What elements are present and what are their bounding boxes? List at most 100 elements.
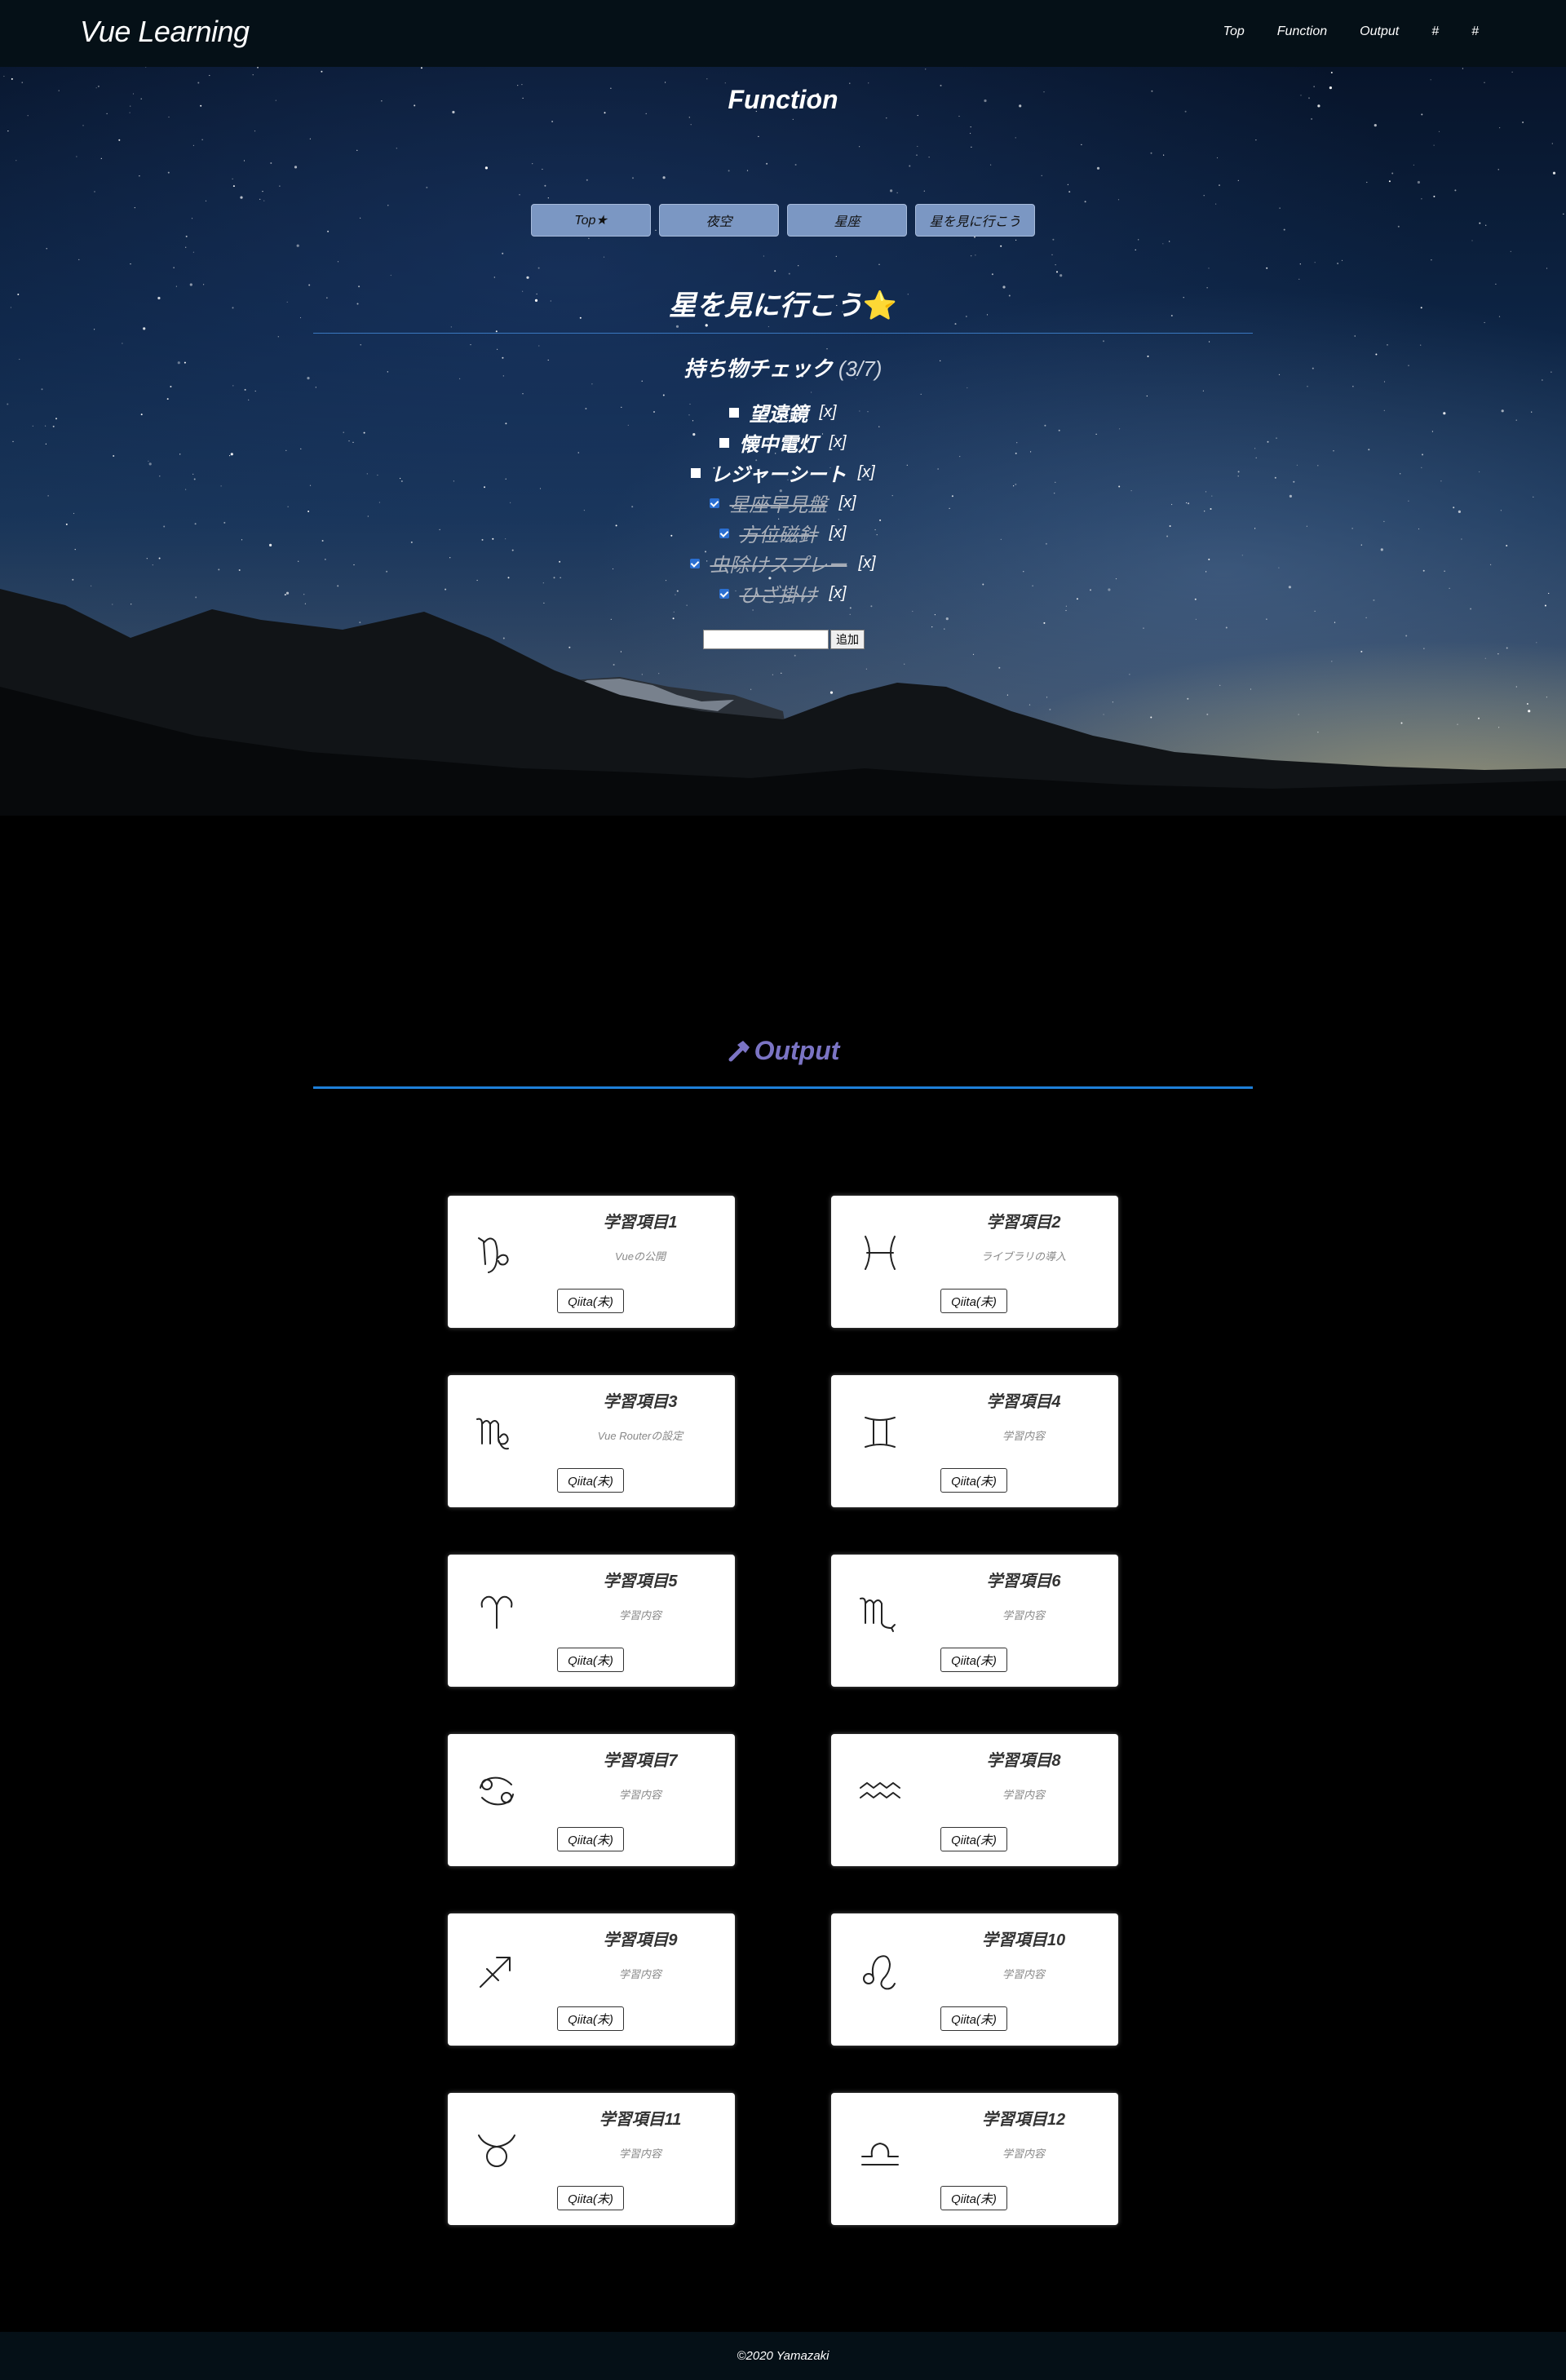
site-footer: ©2020 Yamazaki xyxy=(0,2332,1566,2380)
checklist-heading: 持ち物チェック (3/7) xyxy=(0,352,1566,383)
add-item-button[interactable]: 追加 xyxy=(830,630,865,649)
output-card: 学習項目2 ライブラリの導入 Qiita(未) xyxy=(831,1196,1118,1328)
checklist-item: 望遠鏡 [x] xyxy=(0,397,1566,427)
tab-top[interactable]: Top★ xyxy=(531,204,651,237)
remove-item-button[interactable]: [x] xyxy=(829,524,846,542)
item-checkbox[interactable] xyxy=(719,437,730,448)
nav-hash-2[interactable]: # xyxy=(1471,24,1479,39)
card-title: 学習項目8 xyxy=(986,1752,1061,1770)
qiita-button[interactable]: Qiita(未) xyxy=(557,1827,624,1851)
card-title: 学習項目9 xyxy=(603,1931,678,1949)
copyright-text: ©2020 Yamazaki xyxy=(737,2349,829,2363)
remove-item-button[interactable]: [x] xyxy=(858,463,875,482)
checklist-item: 虫除けスプレー [x] xyxy=(0,548,1566,578)
card-title: 学習項目5 xyxy=(603,1573,678,1590)
item-label: 望遠鏡 xyxy=(749,404,808,426)
hammer-icon xyxy=(728,1041,750,1062)
checklist-item: 方位磁針 [x] xyxy=(0,518,1566,548)
qiita-button[interactable]: Qiita(未) xyxy=(557,2186,624,2210)
checklist-item: ひざ掛け [x] xyxy=(0,578,1566,608)
card-description: 学習内容 xyxy=(1002,2148,1045,2160)
card-title: 学習項目10 xyxy=(981,1931,1066,1949)
main-nav: Top Function Output # # xyxy=(1191,24,1479,39)
qiita-button[interactable]: Qiita(未) xyxy=(557,1648,624,1672)
card-title: 学習項目11 xyxy=(599,2111,682,2129)
card-title: 学習項目1 xyxy=(603,1214,678,1232)
libra-icon xyxy=(861,2143,899,2165)
item-checkbox[interactable] xyxy=(690,558,701,568)
item-checkbox[interactable] xyxy=(729,407,740,418)
output-card: 学習項目11 学習内容 Qiita(未) xyxy=(448,2093,735,2225)
qiita-button[interactable]: Qiita(未) xyxy=(940,2006,1007,2031)
tab-night-sky[interactable]: 夜空 xyxy=(659,204,779,237)
qiita-button[interactable]: Qiita(未) xyxy=(940,2186,1007,2210)
stargazing-heading-text: 星を見に行こう xyxy=(668,290,863,321)
add-item-form: 追加 xyxy=(703,630,865,649)
checklist-title: 持ち物チェック xyxy=(683,356,833,381)
qiita-button[interactable]: Qiita(未) xyxy=(557,1468,624,1493)
item-checkbox[interactable] xyxy=(719,528,730,538)
card-description: 学習内容 xyxy=(1002,1789,1045,1801)
checklist-count: (3/7) xyxy=(838,356,883,381)
qiita-button[interactable]: Qiita(未) xyxy=(557,2006,624,2031)
tab-go-stargazing[interactable]: 星を見に行こう xyxy=(915,204,1035,237)
output-card: 学習項目1 Vueの公開 Qiita(未) xyxy=(448,1196,735,1328)
aries-icon xyxy=(480,1595,513,1629)
brand-logo[interactable]: Vue Learning xyxy=(80,15,250,49)
cancer-icon xyxy=(480,1776,514,1806)
remove-item-button[interactable]: [x] xyxy=(829,584,846,603)
item-checkbox[interactable] xyxy=(710,498,720,508)
leo-icon xyxy=(863,1955,896,1990)
output-card: 学習項目5 学習内容 Qiita(未) xyxy=(448,1555,735,1687)
item-label: レジャーシート xyxy=(710,464,847,486)
output-card: 学習項目12 学習内容 Qiita(未) xyxy=(831,2093,1118,2225)
pisces-icon xyxy=(865,1236,896,1270)
item-label: 方位磁針 xyxy=(739,524,818,546)
item-checkbox[interactable] xyxy=(691,467,701,478)
output-card: 学習項目6 学習内容 Qiita(未) xyxy=(831,1555,1118,1687)
qiita-button[interactable]: Qiita(未) xyxy=(940,1289,1007,1313)
nav-function[interactable]: Function xyxy=(1277,24,1327,39)
nav-hash-1[interactable]: # xyxy=(1431,24,1439,39)
card-description: Vueの公開 xyxy=(615,1250,666,1263)
gemini-icon xyxy=(865,1417,896,1448)
card-description: 学習内容 xyxy=(618,1968,661,1980)
output-card: 学習項目9 学習内容 Qiita(未) xyxy=(448,1913,735,2046)
sagittarius-icon xyxy=(480,1957,511,1988)
item-label: ひざ掛け xyxy=(739,585,818,607)
output-title: Output xyxy=(0,1036,1566,1066)
checklist: 望遠鏡 [x] 懐中電灯 [x] レジャーシート [x] 星座早見盤 [x] 方位磁針 [x] 虫除… xyxy=(0,397,1566,608)
card-description: 学習内容 xyxy=(1002,1430,1045,1442)
output-card: 学習項目4 学習内容 Qiita(未) xyxy=(831,1375,1118,1507)
checklist-item: 星座早見盤 [x] xyxy=(0,488,1566,518)
qiita-button[interactable]: Qiita(未) xyxy=(940,1468,1007,1493)
qiita-button[interactable]: Qiita(未) xyxy=(940,1648,1007,1672)
item-label: 虫除けスプレー xyxy=(710,555,847,577)
remove-item-button[interactable]: [x] xyxy=(838,493,856,512)
remove-item-button[interactable]: [x] xyxy=(829,433,846,452)
card-description: ライブラリの導入 xyxy=(980,1250,1066,1263)
function-title: Function xyxy=(728,85,838,114)
site-header: Vue Learning Top Function Output # # xyxy=(0,0,1566,67)
output-title-text: Output xyxy=(754,1036,840,1065)
scorpio-icon xyxy=(860,1597,896,1632)
item-checkbox[interactable] xyxy=(719,588,730,599)
item-label: 星座早見盤 xyxy=(729,494,828,516)
nav-output[interactable]: Output xyxy=(1360,24,1399,39)
qiita-button[interactable]: Qiita(未) xyxy=(940,1827,1007,1851)
add-item-input[interactable] xyxy=(703,630,829,649)
function-tabs: Top★ 夜空 星座 星を見に行こう xyxy=(531,204,1043,237)
tab-constellation[interactable]: 星座 xyxy=(787,204,907,237)
output-card: 学習項目3 Vue Routerの設定 Qiita(未) xyxy=(448,1375,735,1507)
card-title: 学習項目7 xyxy=(603,1752,678,1770)
heading-divider xyxy=(313,333,1253,334)
qiita-button[interactable]: Qiita(未) xyxy=(557,1289,624,1313)
remove-item-button[interactable]: [x] xyxy=(819,403,836,422)
nav-top[interactable]: Top xyxy=(1223,24,1245,39)
card-description: Vue Routerの設定 xyxy=(597,1430,683,1442)
card-description: 学習内容 xyxy=(1002,1968,1045,1980)
remove-item-button[interactable]: [x] xyxy=(858,554,875,573)
item-label: 懐中電灯 xyxy=(739,434,818,456)
card-title: 学習項目6 xyxy=(986,1573,1061,1590)
stargazing-heading: 星を見に行こう⭐ xyxy=(0,283,1566,323)
